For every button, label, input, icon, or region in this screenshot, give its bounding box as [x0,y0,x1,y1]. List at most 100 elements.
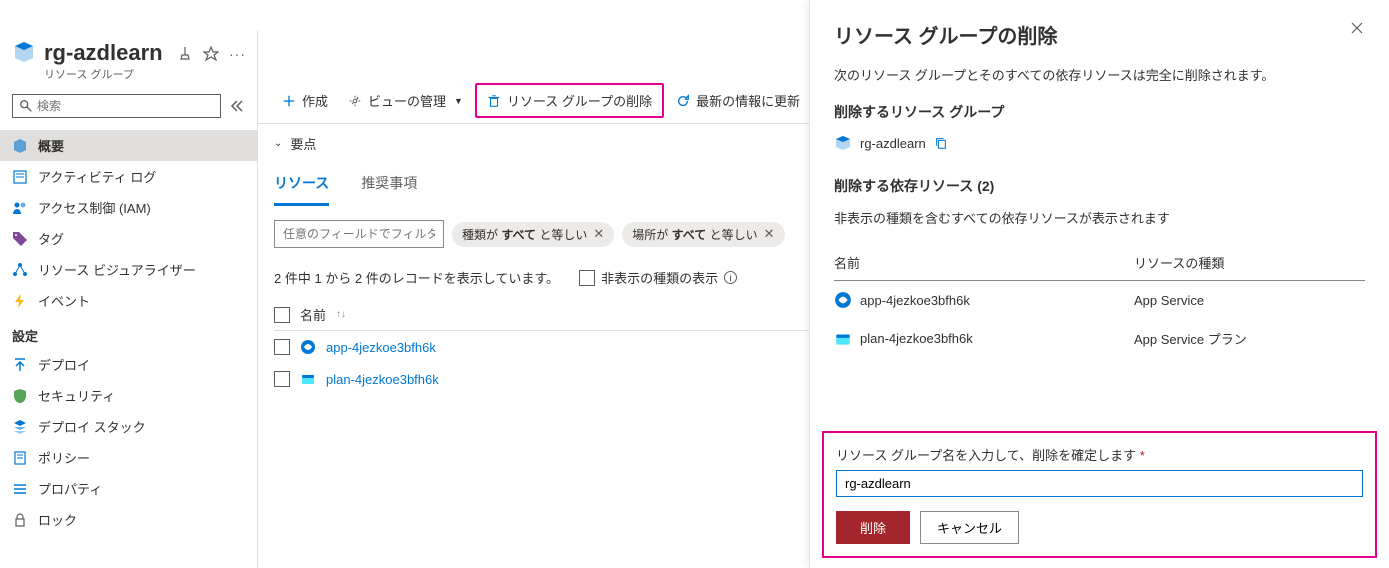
copy-icon[interactable] [934,136,948,150]
nav-activity-log[interactable]: アクティビティ ログ [0,161,257,192]
dep-type: App Service プラン [1134,329,1247,348]
manage-view-label: ビューの管理 [368,91,446,110]
app-plan-icon [834,330,852,348]
close-icon[interactable]: ✕ [593,226,604,242]
refresh-icon [676,94,690,108]
nav-label: リソース ビジュアライザー [38,260,196,279]
nav-label: セキュリティ [38,386,115,405]
tab-resources[interactable]: リソース [274,163,329,206]
page-title: rg-azdlearn [44,40,169,66]
page-subtitle: リソース グループ [44,66,169,82]
resource-link[interactable]: app-4jezkoe3bfh6k [326,340,436,355]
column-header-name[interactable]: 名前 [300,305,326,324]
dep-name: app-4jezkoe3bfh6k [860,293,970,308]
nav-deploy-stack[interactable]: デプロイ スタック [0,411,257,442]
row-checkbox[interactable] [274,339,290,355]
close-icon[interactable]: ✕ [764,226,775,242]
collapse-sidebar-icon[interactable] [229,98,245,114]
app-service-icon [300,339,316,355]
sidebar-search-input[interactable] [37,99,214,113]
filter-search-input[interactable] [274,220,444,248]
dep-row: plan-4jezkoe3bfh6k App Service プラン [834,319,1365,358]
delete-rg-label: リソース グループの削除 [507,91,652,110]
bolt-icon [12,293,28,309]
nav-label: ポリシー [38,448,90,467]
manage-view-button[interactable]: ビューの管理 ▼ [340,87,471,114]
nav-label: 概要 [38,136,64,155]
select-all-checkbox[interactable] [274,307,290,323]
row-checkbox[interactable] [274,371,290,387]
nav-label: アクティビティ ログ [38,167,156,186]
pin-icon[interactable] [177,46,193,62]
col-name: 名前 [834,253,1134,272]
rg-name: rg-azdlearn [860,136,926,151]
nav-label: アクセス制御 (IAM) [38,198,151,217]
sidebar-search[interactable] [12,94,221,118]
create-label: 作成 [302,91,328,110]
sort-icon[interactable]: ↑↓ [336,309,346,320]
nav-overview[interactable]: 概要 [0,130,257,161]
props-icon [12,481,28,497]
show-hidden-label: 非表示の種類の表示 [601,268,718,287]
cancel-button[interactable]: キャンセル [920,511,1019,544]
nav-deployments[interactable]: デプロイ [0,349,257,380]
trash-icon [487,94,501,108]
delete-button[interactable]: 削除 [836,511,910,544]
checkbox-icon[interactable] [579,270,595,286]
deps-heading: 削除する依存リソース (2) [834,176,1365,196]
nav-locks[interactable]: ロック [0,504,257,535]
star-icon[interactable] [203,46,219,62]
gear-icon [348,94,362,108]
dep-row: app-4jezkoe3bfh6k App Service [834,281,1365,319]
more-icon[interactable]: ··· [229,46,245,62]
tab-recommendations[interactable]: 推奨事項 [361,163,417,206]
info-icon[interactable]: i [724,271,737,284]
filter-pill-location[interactable]: 場所が すべて と等しい ✕ [622,222,784,247]
people-icon [12,200,28,216]
nav-label: デプロイ [38,355,90,374]
dep-type: App Service [1134,293,1204,308]
delete-rg-button[interactable]: リソース グループの削除 [475,83,664,118]
confirm-input[interactable] [836,470,1363,497]
plus-icon [282,94,296,108]
nav-label: イベント [38,291,90,310]
chevron-down-icon: ▼ [454,96,463,106]
app-plan-icon [300,371,316,387]
create-button[interactable]: 作成 [274,87,336,114]
panel-title: リソース グループの削除 [834,20,1057,49]
records-count: 2 件中 1 から 2 件のレコードを表示しています。 [274,268,559,287]
filter-pill-type[interactable]: 種類が すべて と等しい ✕ [452,222,614,247]
app-service-icon [834,291,852,309]
nav-iam[interactable]: アクセス制御 (IAM) [0,192,257,223]
nav-tags[interactable]: タグ [0,223,257,254]
lock-icon [12,512,28,528]
shield-icon [12,388,28,404]
nav-policies[interactable]: ポリシー [0,442,257,473]
deps-note: 非表示の種類を含むすべての依存リソースが表示されます [834,208,1365,227]
refresh-button[interactable]: 最新の情報に更新 [668,87,808,114]
nav-label: ロック [38,510,77,529]
resource-link[interactable]: plan-4jezkoe3bfh6k [326,372,439,387]
nav-events[interactable]: イベント [0,285,257,316]
col-type: リソースの種類 [1134,253,1224,272]
stack-icon [12,419,28,435]
show-hidden-checkbox[interactable]: 非表示の種類の表示 i [579,268,737,287]
close-panel-icon[interactable] [1349,20,1365,36]
refresh-label: 最新の情報に更新 [696,91,800,110]
nav-visualizer[interactable]: リソース ビジュアライザー [0,254,257,285]
confirm-label: リソース グループ名を入力して、削除を確定します * [836,445,1363,464]
cube-icon [12,138,28,154]
dep-name: plan-4jezkoe3bfh6k [860,331,973,346]
log-icon [12,169,28,185]
search-icon [19,99,33,113]
rg-heading: 削除するリソース グループ [834,102,1365,122]
nav-properties[interactable]: プロパティ [0,473,257,504]
resource-group-icon [12,40,36,64]
nav-security[interactable]: セキュリティ [0,380,257,411]
nav-label: タグ [38,229,64,248]
deploy-icon [12,357,28,373]
warning-text: 次のリソース グループとそのすべての依存リソースは完全に削除されます。 [834,65,1365,84]
policy-icon [12,450,28,466]
settings-heading: 設定 [0,316,257,349]
delete-panel: リソース グループの削除 次のリソース グループとそのすべての依存リソースは完全… [809,0,1389,568]
